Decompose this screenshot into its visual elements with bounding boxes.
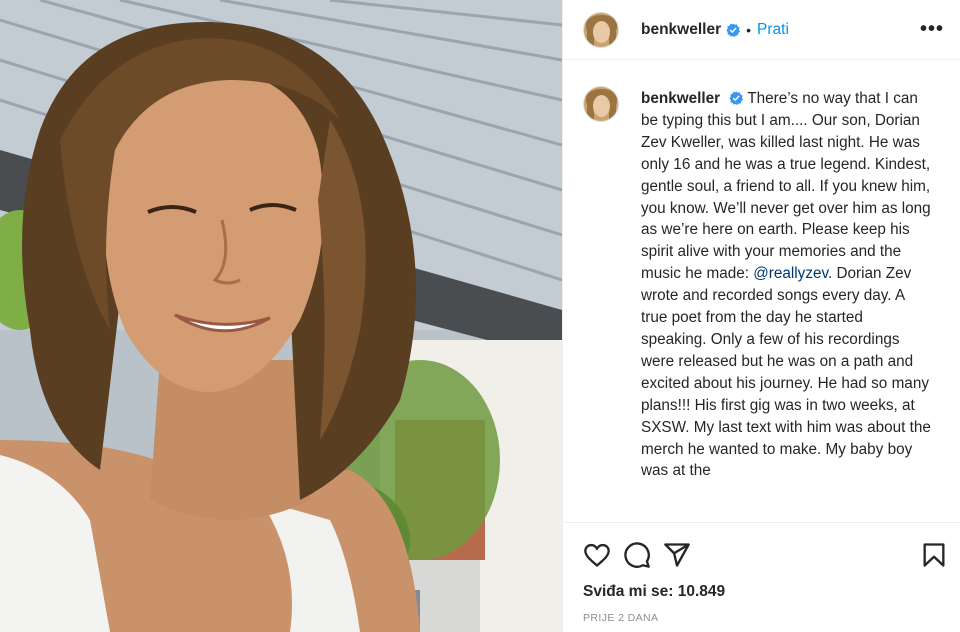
- share-icon[interactable]: [663, 541, 691, 569]
- heart-icon[interactable]: [583, 541, 611, 569]
- portrait-photo: [0, 0, 562, 632]
- verified-badge-icon: [726, 22, 741, 37]
- bookmark-icon[interactable]: [920, 541, 948, 569]
- verified-badge-icon: [729, 91, 744, 105]
- header-username[interactable]: benkweller: [641, 21, 721, 39]
- action-bar: [563, 523, 960, 571]
- caption-mention-link[interactable]: @reallyzev: [753, 265, 828, 282]
- post-actions-area: Sviđa mi se: 10.849 PRIJE 2 DANA: [563, 522, 960, 632]
- likes-count[interactable]: Sviđa mi se: 10.849: [563, 571, 960, 601]
- caption-username[interactable]: benkweller: [641, 90, 720, 107]
- post-timestamp[interactable]: PRIJE 2 DANA: [563, 601, 960, 624]
- comment-icon[interactable]: [623, 541, 651, 569]
- avatar[interactable]: [583, 11, 619, 48]
- follow-button[interactable]: Prati: [757, 21, 789, 39]
- caption-avatar[interactable]: [583, 86, 619, 122]
- post-sidebar: benkweller • Prati ••• benkweller There’…: [562, 0, 960, 632]
- comments-section[interactable]: benkweller There’s no way that I can be …: [583, 72, 944, 518]
- post-caption: benkweller There’s no way that I can be …: [641, 72, 931, 518]
- post-photo[interactable]: [0, 0, 562, 632]
- post-header: benkweller • Prati •••: [563, 0, 960, 60]
- more-options-icon[interactable]: •••: [920, 18, 944, 41]
- caption-text: There’s no way that I can be typing this…: [641, 90, 931, 283]
- caption-text-continued: . Dorian Zev wrote and recorded songs ev…: [641, 265, 931, 480]
- separator-dot: •: [746, 21, 752, 38]
